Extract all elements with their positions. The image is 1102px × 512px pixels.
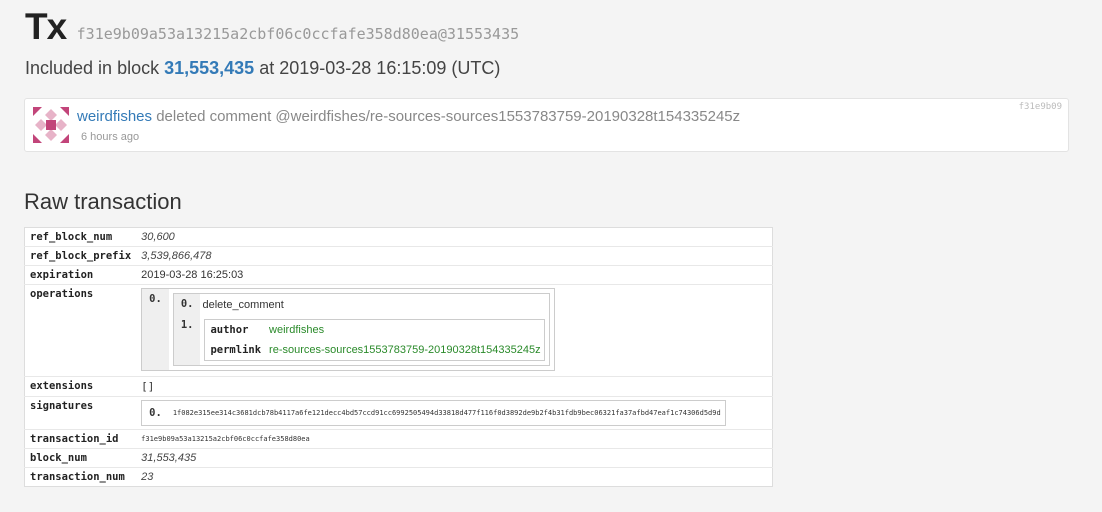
- table-row: ref_block_num 30,600: [25, 228, 773, 247]
- field-value: []: [136, 376, 773, 397]
- operation-card: weirdfishes deleted comment @weirdfishes…: [24, 98, 1069, 152]
- operation-time: 6 hours ago: [81, 131, 140, 143]
- user-link[interactable]: weirdfishes: [77, 108, 152, 125]
- field-value: 31,553,435: [136, 448, 773, 468]
- field-value: 2019-03-28 16:25:03: [136, 265, 773, 285]
- raw-transaction-heading: Raw transaction: [24, 189, 182, 214]
- field-key: extensions: [24, 376, 137, 397]
- field-key: signatures: [24, 396, 137, 430]
- field-key: block_num: [24, 448, 137, 468]
- field-value: 0. 1f082e315ee314c3681dcb78b4117a6fe121d…: [136, 396, 773, 430]
- table-row: signatures 0. 1f082e315ee314c3681dcb78b4…: [24, 396, 773, 430]
- field-key: ref_block_prefix: [24, 246, 137, 266]
- tx-hash: f31e9b09a53a13215a2cbf06c0ccfafe358d80ea…: [76, 25, 520, 43]
- operations-list: 0. 0. delete_comment 1. author weirdfish…: [141, 288, 555, 371]
- signatures-list: 0. 1f082e315ee314c3681dcb78b4117a6fe121d…: [141, 400, 726, 426]
- operation-type: delete_comment: [202, 299, 284, 311]
- table-row: extensions []: [24, 376, 773, 397]
- permlink-value: re-sources-sources1553783759-20190328t15…: [269, 344, 541, 356]
- raw-transaction-table: ref_block_num 30,600 ref_block_prefix 3,…: [24, 227, 773, 487]
- operation-body: author weirdfishes permlink re-sources-s…: [204, 319, 545, 361]
- tx-header: Tx f31e9b09a53a13215a2cbf06c0ccfafe358d8…: [25, 6, 519, 48]
- identicon-avatar[interactable]: [33, 107, 69, 143]
- list-index: 0.: [173, 293, 201, 315]
- field-key: operations: [24, 284, 137, 377]
- field-value: 30,600: [141, 231, 175, 243]
- operation-tx-tag[interactable]: f31e9b09: [1019, 102, 1062, 112]
- field-key: permlink: [210, 344, 262, 356]
- list-index: 0.: [141, 400, 169, 426]
- field-value: 23: [136, 467, 773, 487]
- field-value: 0. 0. delete_comment 1. author weirdfish…: [136, 284, 773, 377]
- page-title: Tx: [25, 6, 67, 47]
- block-link[interactable]: 31,553,435: [164, 58, 254, 78]
- list-index: 1.: [173, 315, 201, 366]
- author-value: weirdfishes: [269, 324, 325, 336]
- field-key: ref_block_num: [30, 231, 113, 243]
- included-in-block: Included in block 31,553,435 at 2019-03-…: [25, 58, 500, 79]
- table-row: transaction_id f31e9b09a53a13215a2cbf06c…: [24, 429, 773, 449]
- table-row: block_num 31,553,435: [24, 448, 773, 468]
- field-key: expiration: [24, 265, 137, 285]
- list-index: 0.: [141, 288, 169, 371]
- field-key: author: [210, 324, 249, 336]
- operation-action: deleted comment @weirdfishes/re-sources-…: [156, 108, 741, 125]
- table-row: operations 0. 0. delete_comment 1. autho…: [24, 284, 773, 377]
- table-row: ref_block_prefix 3,539,866,478: [24, 246, 773, 266]
- table-row: expiration 2019-03-28 16:25:03: [24, 265, 773, 285]
- included-prefix: Included in block: [25, 58, 160, 78]
- table-row: transaction_num 23: [24, 467, 773, 487]
- field-value: f31e9b09a53a13215a2cbf06c0ccfafe358d80ea: [136, 429, 773, 449]
- operation-summary: weirdfishes deleted comment @weirdfishes…: [77, 108, 740, 125]
- signature-value: 1f082e315ee314c3681dcb78b4117a6fe121decc…: [172, 409, 721, 417]
- field-key: transaction_num: [24, 467, 137, 487]
- field-key: transaction_id: [24, 429, 137, 449]
- included-suffix: at 2019-03-28 16:15:09 (UTC): [259, 58, 501, 78]
- field-value: 3,539,866,478: [136, 246, 773, 266]
- operation-array: 0. delete_comment 1. author weirdfishes …: [172, 293, 550, 366]
